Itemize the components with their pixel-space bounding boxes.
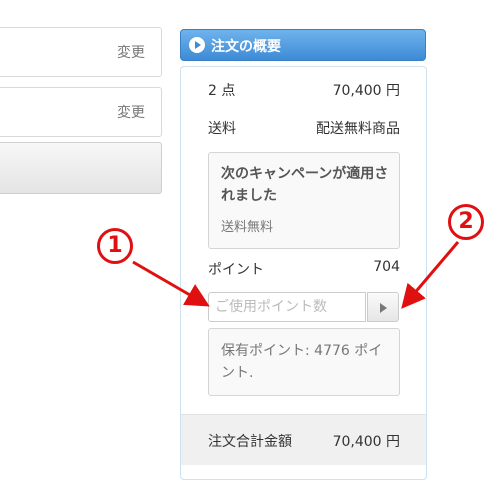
annotation-marker-1: 1 <box>97 228 133 264</box>
annotation-arrows <box>132 241 460 309</box>
annotation-marker-2: 2 <box>448 204 484 240</box>
arrow-1 <box>132 260 210 307</box>
arrow-2 <box>401 241 460 309</box>
